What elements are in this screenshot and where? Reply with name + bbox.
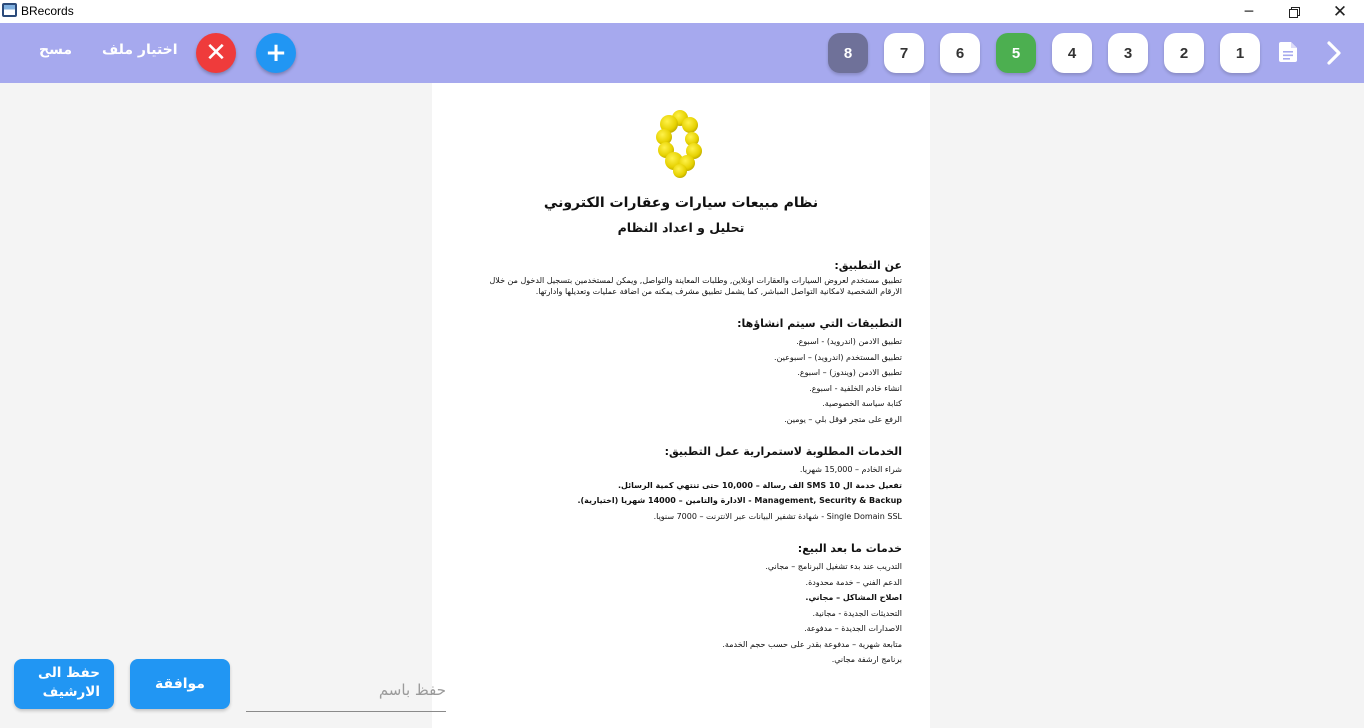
confirm-button[interactable]: موافقة (130, 659, 230, 709)
list-item: شراء الخادم – 15,000 شهريا. (799, 465, 902, 474)
minimize-icon: ─ (1244, 3, 1254, 20)
list-item: الاصدارات الجديدة – مدفوعة. (804, 624, 902, 633)
title-bar: BRecords ─ ✕ (0, 0, 1364, 23)
list-item: تطبيق الادمن (اندرويد) - اسبوع. (796, 337, 902, 346)
list-item: تطبيق المستخدم (اندرويد) – اسبوعين. (774, 352, 902, 362)
list-item: تطبيق الادمن (ويندوز) – اسبوع. (797, 368, 902, 377)
close-icon: ✕ (1332, 1, 1348, 22)
window-title: BRecords (21, 4, 74, 18)
document-title: نظام مبيعات سيارات وعقارات الكتروني (543, 195, 819, 211)
left-panel (0, 83, 432, 728)
page-button-3[interactable]: 3 (1108, 33, 1148, 73)
section-paragraph: تطبيق مستخدم لعروض السيارات والعقارات او… (489, 276, 902, 296)
list-item: Management, Security & Backup - الادارة … (577, 496, 902, 505)
list-item: Single Domain SSL - شهادة تشفير البيانات… (653, 511, 902, 521)
document-preview: نظام مبيعات سيارات وعقارات الكتروني تحلي… (432, 83, 930, 728)
toolbar: مسح اختيار ملف ✕ + 8 7 6 5 4 3 2 1 (0, 23, 1364, 83)
list-item: الرفع على متجر قوقل بلي – يومين. (784, 414, 902, 424)
section-heading: عن التطبيق: (834, 259, 902, 272)
section-heading: خدمات ما بعد البيع: (797, 542, 902, 555)
list-item: الدعم الفني – خدمة محدودة. (805, 577, 902, 587)
restore-icon (1289, 6, 1300, 18)
right-panel (930, 83, 1364, 728)
document-icon[interactable] (1279, 42, 1297, 62)
list-item: متابعة شهرية – مدفوعة بقدر على حسب حجم ا… (722, 639, 902, 649)
save-as-name-input[interactable] (246, 668, 446, 712)
list-item: التحديثات الجديدة - مجانية. (812, 608, 902, 618)
logo-icon (656, 110, 702, 178)
section-heading: التطبيقات التي سيتم انشاؤها: (737, 317, 902, 330)
cancel-button[interactable]: ✕ (196, 33, 236, 73)
list-item: اصلاح المشاكل – مجاني. (805, 593, 902, 602)
list-item: تفعيل خدمة ال SMS 10 الف رسالة – 10,000 … (617, 480, 902, 490)
page-button-4[interactable]: 4 (1052, 33, 1092, 73)
page-button-2[interactable]: 2 (1164, 33, 1204, 73)
clear-button[interactable]: مسح (39, 42, 72, 58)
list-item: انشاء خادم الخلفية - اسبوع. (809, 383, 902, 393)
app-icon (2, 3, 17, 17)
list-item: كتابة سياسة الخصوصية. (822, 399, 902, 408)
page-button-1[interactable]: 1 (1220, 33, 1260, 73)
page-button-7[interactable]: 7 (884, 33, 924, 73)
page-button-5[interactable]: 5 (996, 33, 1036, 73)
minimize-button[interactable]: ─ (1226, 0, 1272, 23)
list-item: التدريب عند بدء تشغيل البرنامج – مجاني. (765, 562, 902, 571)
add-button[interactable]: + (256, 33, 296, 73)
section-heading: الخدمات المطلوبة لاستمرارية عمل التطبيق: (664, 445, 902, 458)
maximize-button[interactable] (1271, 0, 1317, 23)
list-item: برنامج ارشفة مجاني. (831, 655, 902, 664)
page-button-6[interactable]: 6 (940, 33, 980, 73)
chevron-right-icon[interactable] (1323, 40, 1345, 66)
document-subtitle: تحليل و اعداد النظام (617, 220, 745, 235)
close-window-button[interactable]: ✕ (1317, 0, 1363, 23)
pick-file-button[interactable]: اختيار ملف (102, 42, 178, 58)
page-button-8[interactable]: 8 (828, 33, 868, 73)
save-to-archive-button[interactable]: حفظ الى الارشيف (14, 659, 114, 709)
plus-icon: + (265, 38, 287, 68)
close-icon: ✕ (205, 38, 227, 68)
document-body: عن التطبيق: تطبيق مستخدم لعروض السيارات … (468, 259, 902, 668)
